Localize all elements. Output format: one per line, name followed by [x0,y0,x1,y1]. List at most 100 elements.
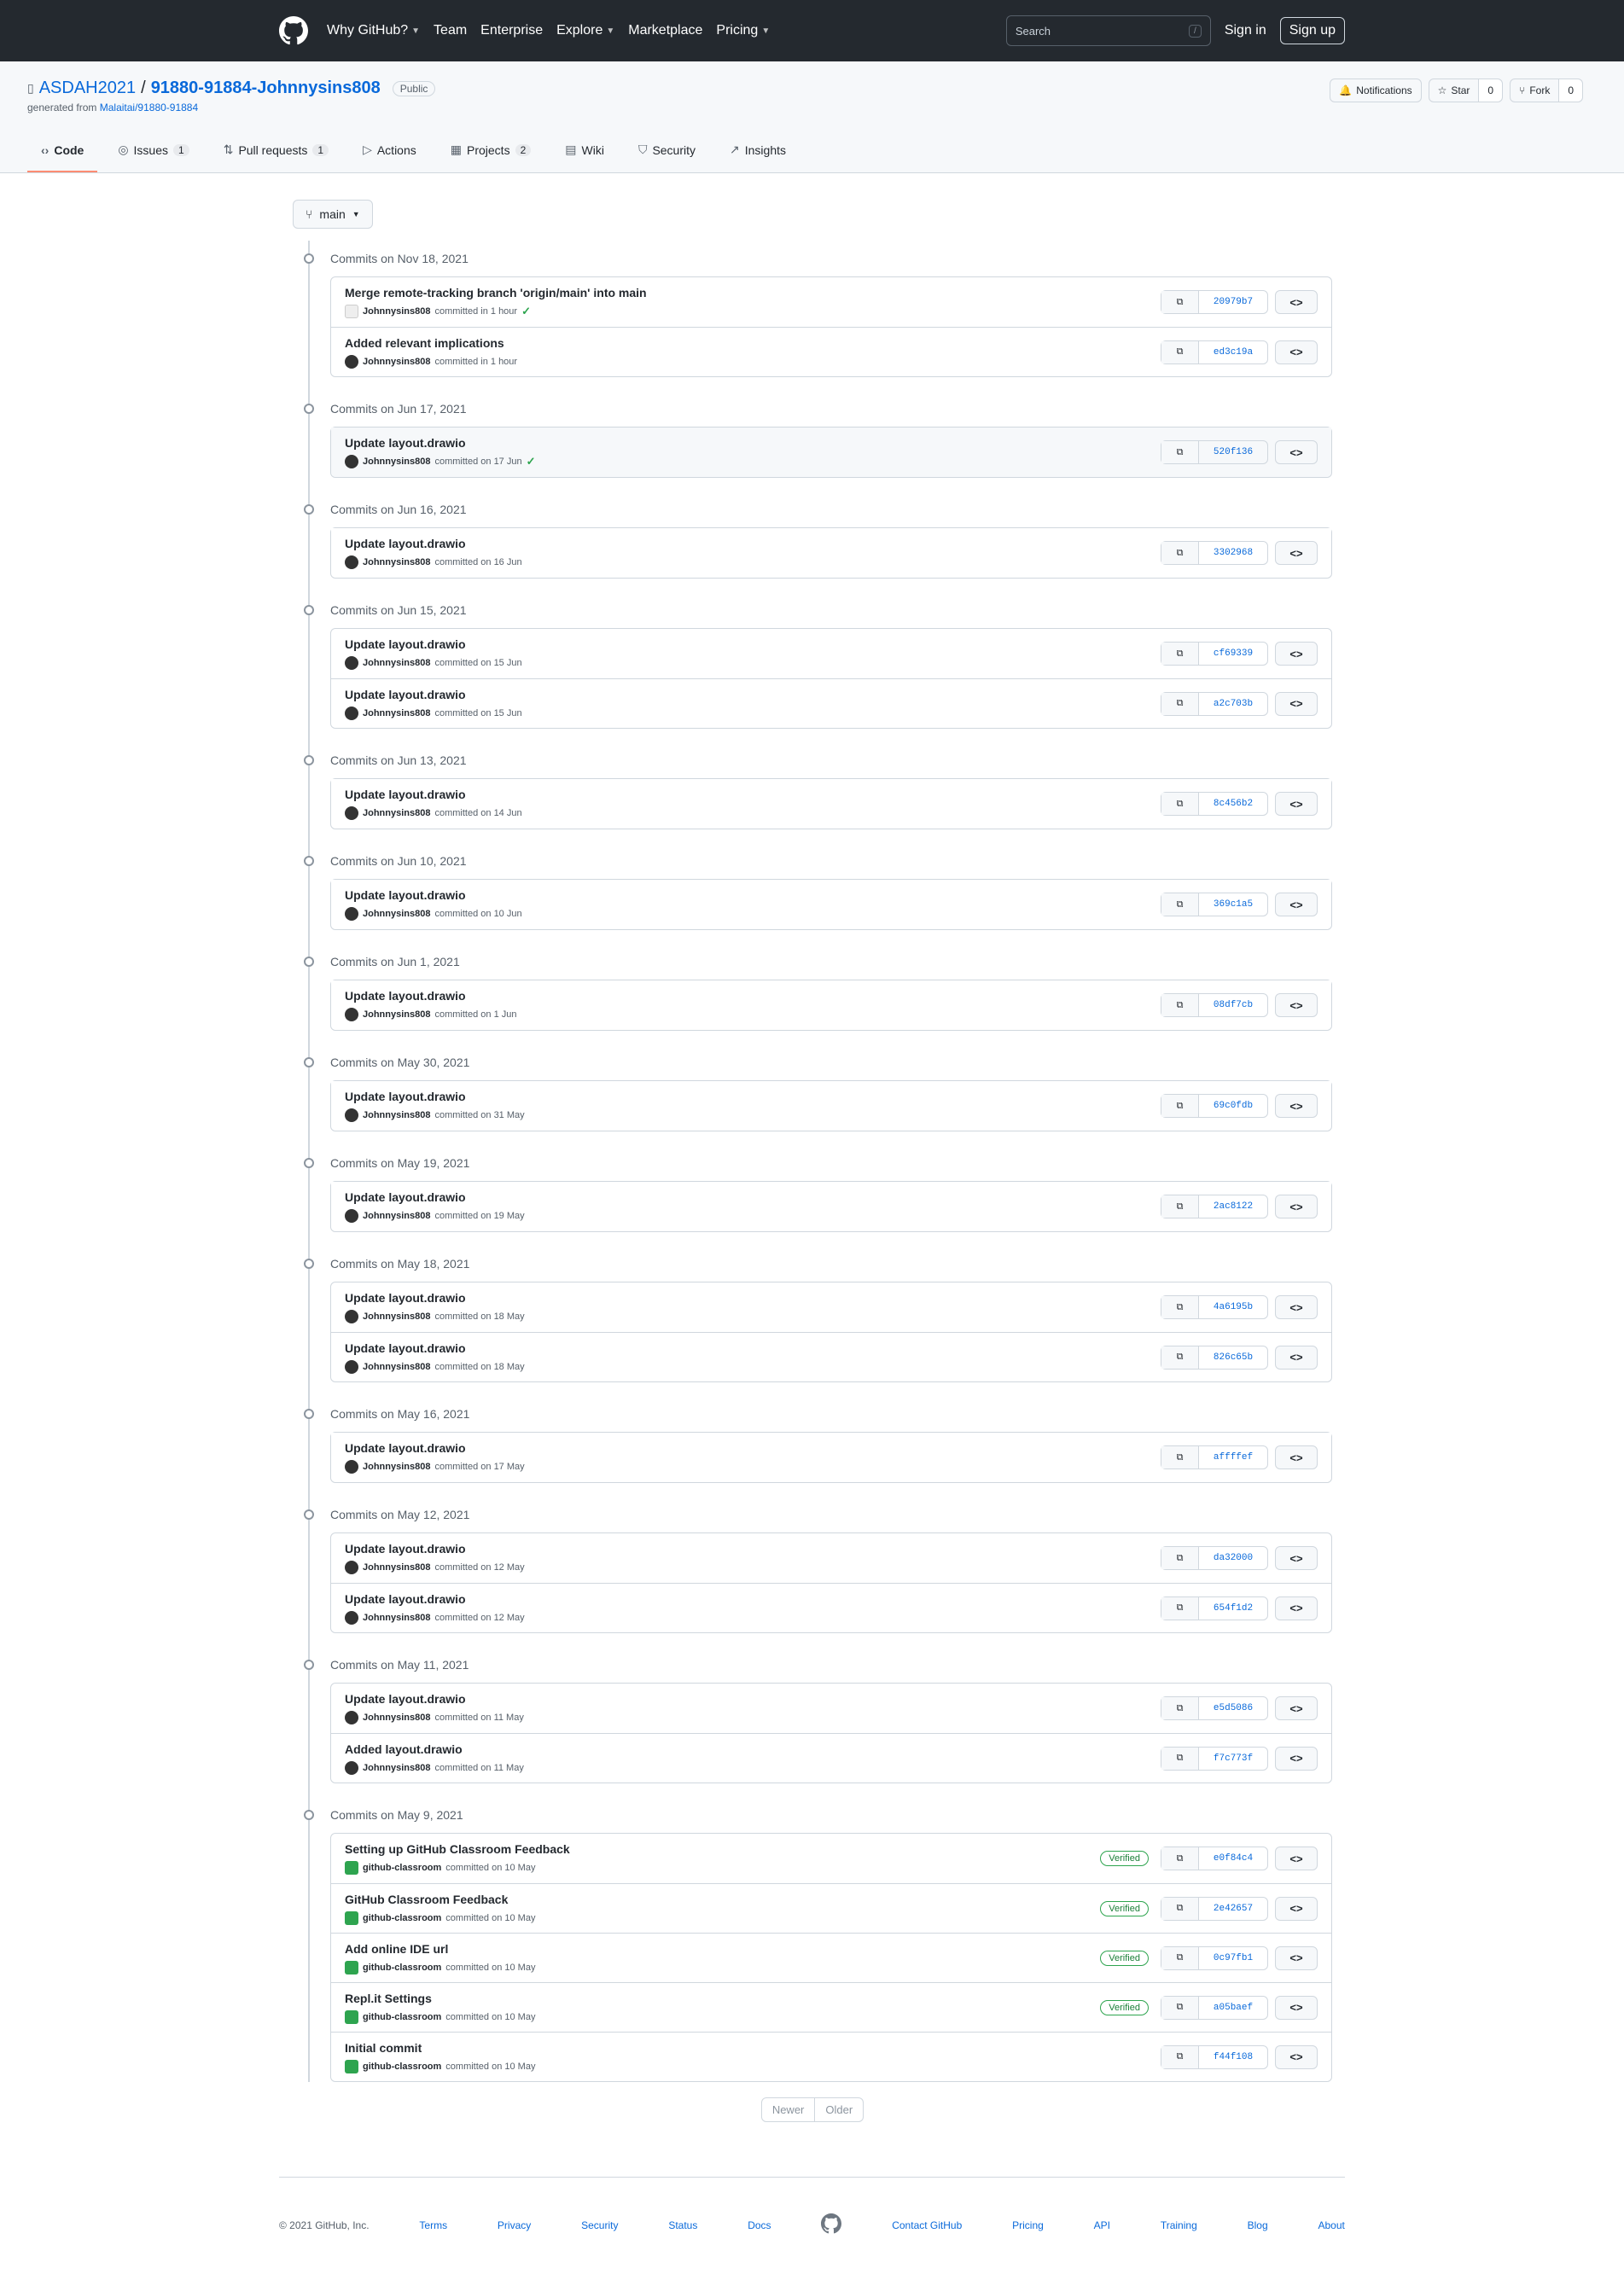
tab-pull-requests[interactable]: ⇅ Pull requests 1 [210,134,342,172]
commit-sha-link[interactable]: 369c1a5 [1199,893,1267,916]
footer-link-contact-github[interactable]: Contact GitHub [892,2219,962,2231]
browse-code-icon[interactable]: <> [1275,440,1318,464]
nav-item-team[interactable]: Team [434,23,467,38]
copy-icon[interactable]: ⧉ [1161,1596,1199,1620]
branch-selector[interactable]: ⑂ main ▼ [293,200,373,229]
browse-code-icon[interactable]: <> [1275,340,1318,364]
copy-icon[interactable]: ⧉ [1161,1697,1199,1719]
commit-message-link[interactable]: Update layout.drawio [345,1341,1161,1355]
commit-sha-link[interactable]: da32000 [1199,1547,1267,1569]
commit-sha-link[interactable]: 2e42657 [1199,1898,1267,1920]
github-logo-icon[interactable] [279,16,308,45]
browse-code-icon[interactable]: <> [1275,290,1318,314]
copy-icon[interactable]: ⧉ [1161,1747,1199,1770]
commit-message-link[interactable]: Update layout.drawio [345,1592,1161,1606]
repo-name-link[interactable]: 91880-91884-Johnnysins808 [151,79,381,98]
commit-sha-link[interactable]: ed3c19a [1199,341,1267,363]
commit-message-link[interactable]: Update layout.drawio [345,1542,1161,1556]
copy-icon[interactable]: ⧉ [1161,994,1199,1016]
commit-message-link[interactable]: Update layout.drawio [345,888,1161,902]
commit-sha-link[interactable]: 654f1d2 [1199,1597,1267,1620]
commit-author-link[interactable]: Johnnysins808 [363,1462,430,1472]
avatar[interactable] [345,1359,358,1374]
browse-code-icon[interactable]: <> [1275,2044,1318,2069]
footer-link-about[interactable]: About [1318,2219,1344,2231]
copy-icon[interactable]: ⧉ [1161,441,1199,463]
commit-sha-link[interactable]: cf69339 [1199,643,1267,665]
copy-icon[interactable]: ⧉ [1161,1446,1199,1469]
browse-code-icon[interactable]: <> [1275,792,1318,816]
commit-author-link[interactable]: Johnnysins808 [363,1713,430,1723]
commit-author-link[interactable]: Johnnysins808 [363,1562,430,1573]
avatar[interactable] [345,1108,358,1122]
github-mark-icon[interactable] [821,2213,842,2236]
copy-icon[interactable]: ⧉ [1161,340,1199,363]
commit-sha-link[interactable]: a2c703b [1199,693,1267,715]
commit-message-link[interactable]: Update layout.drawio [345,1692,1161,1706]
copy-icon[interactable]: ⧉ [1161,793,1199,815]
tab-insights[interactable]: ↗ Insights [716,134,800,172]
newer-button[interactable]: Newer [760,2097,816,2122]
commit-author-link[interactable]: github-classroom [363,2062,441,2072]
avatar[interactable] [345,1610,358,1625]
tab-actions[interactable]: ▷ Actions [349,134,430,172]
tab-wiki[interactable]: ▤ Wiki [551,134,618,172]
commit-sha-link[interactable]: 3302968 [1199,542,1267,564]
footer-link-training[interactable]: Training [1161,2219,1197,2231]
commit-author-link[interactable]: Johnnysins808 [363,808,430,818]
browse-code-icon[interactable]: <> [1275,691,1318,716]
commit-author-link[interactable]: github-classroom [363,1863,441,1873]
commit-author-link[interactable]: Johnnysins808 [363,1211,430,1221]
browse-code-icon[interactable]: <> [1275,1696,1318,1720]
avatar[interactable] [345,1861,358,1875]
commit-author-link[interactable]: Johnnysins808 [363,557,430,567]
avatar[interactable] [345,1711,358,1724]
copy-icon[interactable]: ⧉ [1161,893,1199,916]
commit-author-link[interactable]: Johnnysins808 [363,1362,430,1372]
nav-item-marketplace[interactable]: Marketplace [628,23,702,38]
avatar[interactable] [345,1460,358,1474]
commit-author-link[interactable]: github-classroom [363,2012,441,2022]
browse-code-icon[interactable]: <> [1275,893,1318,916]
avatar[interactable] [345,1008,358,1021]
avatar[interactable] [345,706,358,720]
avatar[interactable] [345,354,358,369]
browse-code-icon[interactable]: <> [1275,1295,1318,1319]
check-icon[interactable]: ✓ [521,305,531,318]
copy-icon[interactable]: ⧉ [1161,1946,1199,1969]
commit-message-link[interactable]: Update layout.drawio [345,688,1161,701]
browse-code-icon[interactable]: <> [1275,541,1318,565]
notifications-button[interactable]: 🔔 Notifications [1330,79,1422,102]
copy-icon[interactable]: ⧉ [1161,1547,1199,1569]
sign-in-link[interactable]: Sign in [1225,23,1266,38]
avatar[interactable] [345,1209,358,1223]
commit-sha-link[interactable]: 2ac8122 [1199,1195,1267,1218]
commit-sha-link[interactable]: 4a6195b [1199,1296,1267,1318]
older-button[interactable]: Older [815,2097,864,2122]
footer-link-api[interactable]: API [1094,2219,1110,2231]
nav-item-explore[interactable]: Explore ▼ [556,23,614,38]
footer-link-docs[interactable]: Docs [748,2219,771,2231]
nav-item-whygithub[interactable]: Why GitHub? ▼ [327,23,420,38]
commit-author-link[interactable]: github-classroom [363,1963,441,1973]
avatar[interactable] [345,1911,358,1925]
commit-message-link[interactable]: GitHub Classroom Feedback [345,1893,1100,1906]
commit-sha-link[interactable]: 826c65b [1199,1346,1267,1369]
footer-link-security[interactable]: Security [581,2219,618,2231]
commit-message-link[interactable]: Added relevant implications [345,336,1161,350]
browse-code-icon[interactable]: <> [1275,1995,1318,2020]
copy-icon[interactable]: ⧉ [1161,1095,1199,1117]
browse-code-icon[interactable]: <> [1275,1896,1318,1921]
browse-code-icon[interactable]: <> [1275,1345,1318,1370]
browse-code-icon[interactable]: <> [1275,1847,1318,1870]
sign-up-button[interactable]: Sign up [1279,17,1345,44]
copy-icon[interactable]: ⧉ [1161,542,1199,564]
browse-code-icon[interactable]: <> [1275,1746,1318,1771]
commit-sha-link[interactable]: e0f84c4 [1199,1847,1267,1870]
commit-author-link[interactable]: Johnnysins808 [363,1613,430,1623]
footer-link-terms[interactable]: Terms [419,2219,447,2231]
commit-sha-link[interactable]: a05baef [1199,1997,1267,2019]
repo-owner-link[interactable]: ASDAH2021 [39,79,136,98]
browse-code-icon[interactable]: <> [1275,1945,1318,1970]
commit-message-link[interactable]: Add online IDE url [345,1942,1100,1956]
